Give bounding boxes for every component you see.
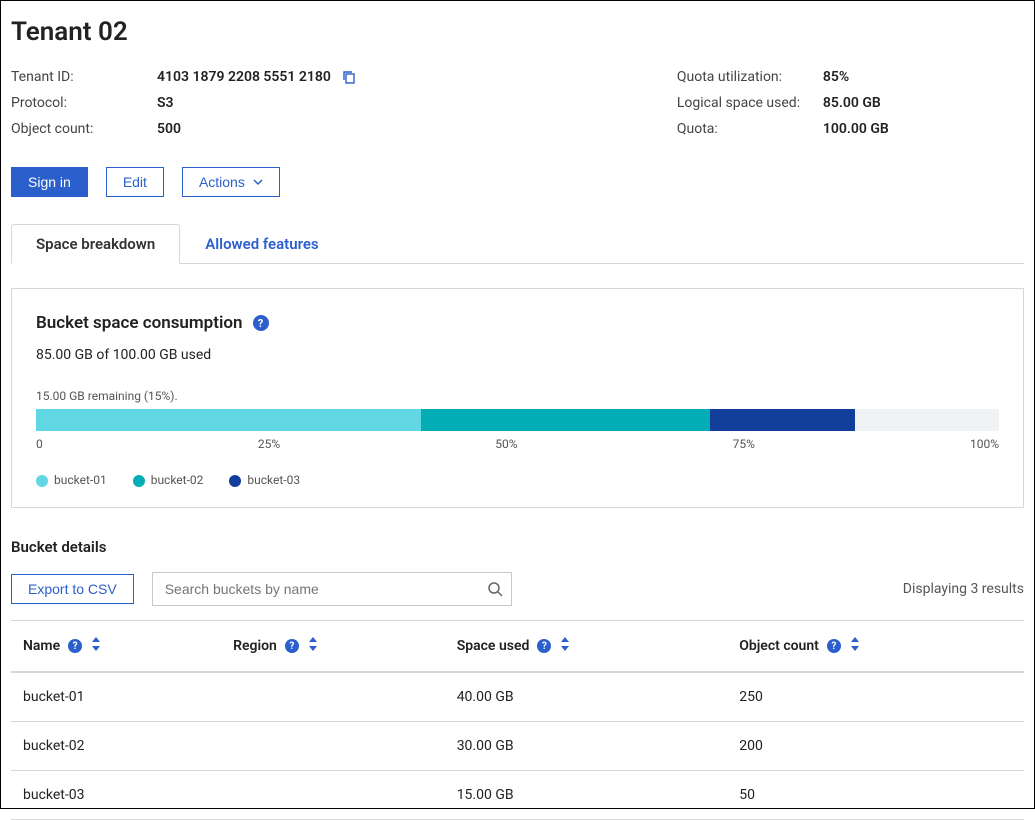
bucket-table: Name? Region? Space used? Object count? … xyxy=(11,620,1024,820)
cell-name: bucket-02 xyxy=(11,722,221,771)
cell-objects: 200 xyxy=(727,722,1024,771)
cell-name: bucket-01 xyxy=(11,672,221,722)
quota-label: Quota: xyxy=(677,121,807,137)
results-count: Displaying 3 results xyxy=(903,581,1024,597)
sort-icon[interactable] xyxy=(90,637,102,655)
protocol-label: Protocol: xyxy=(11,95,141,111)
export-csv-button[interactable]: Export to CSV xyxy=(11,574,134,604)
table-row[interactable]: bucket-02 30.00 GB200 xyxy=(11,722,1024,771)
quota-value: 100.00 GB xyxy=(823,121,889,137)
cell-region xyxy=(221,771,445,820)
cell-space: 15.00 GB xyxy=(445,771,728,820)
consumption-bar xyxy=(36,409,999,431)
quota-util-value: 85% xyxy=(823,69,889,85)
actions-dropdown[interactable]: Actions xyxy=(182,167,280,197)
cell-region xyxy=(221,672,445,722)
table-row[interactable]: bucket-03 15.00 GB50 xyxy=(11,771,1024,820)
bucket-details-section: Bucket details Export to CSV Displaying … xyxy=(11,538,1024,820)
chevron-down-icon xyxy=(253,177,263,187)
chart-legend: bucket-01 bucket-02 bucket-03 xyxy=(36,473,999,487)
legend-swatch xyxy=(36,475,48,487)
page-title: Tenant 02 xyxy=(11,17,1024,47)
logical-used-value: 85.00 GB xyxy=(823,95,889,111)
col-name: Name xyxy=(23,638,60,654)
search-input[interactable] xyxy=(165,573,487,605)
signin-button[interactable]: Sign in xyxy=(11,167,88,197)
tick-label: 75% xyxy=(733,437,755,451)
legend-item: bucket-01 xyxy=(36,473,107,487)
legend-label: bucket-01 xyxy=(54,473,107,487)
table-row[interactable]: bucket-01 40.00 GB250 xyxy=(11,672,1024,722)
tenant-id-label: Tenant ID: xyxy=(11,69,141,85)
summary-grid: Tenant ID: 4103 1879 2208 5551 2180 Prot… xyxy=(11,69,1024,137)
bar-segment xyxy=(36,409,421,431)
cell-objects: 50 xyxy=(727,771,1024,820)
actions-label: Actions xyxy=(199,174,245,190)
bar-segment xyxy=(710,409,854,431)
legend-swatch xyxy=(229,475,241,487)
bucket-consumption-panel: Bucket space consumption ? 85.00 GB of 1… xyxy=(11,288,1024,508)
object-count-label: Object count: xyxy=(11,121,141,137)
tick-label: 25% xyxy=(258,437,280,451)
legend-swatch xyxy=(133,475,145,487)
tab-allowed-features[interactable]: Allowed features xyxy=(180,224,343,264)
legend-label: bucket-03 xyxy=(247,473,300,487)
object-count-value: 500 xyxy=(157,121,357,137)
cell-space: 30.00 GB xyxy=(445,722,728,771)
legend-label: bucket-02 xyxy=(151,473,204,487)
tick-label: 50% xyxy=(495,437,517,451)
help-icon[interactable]: ? xyxy=(253,315,269,331)
cell-space: 40.00 GB xyxy=(445,672,728,722)
sort-icon[interactable] xyxy=(307,637,319,655)
tenant-id-value: 4103 1879 2208 5551 2180 xyxy=(157,69,331,85)
help-icon[interactable]: ? xyxy=(68,639,82,653)
cell-objects: 250 xyxy=(727,672,1024,722)
search-wrap xyxy=(152,572,512,606)
protocol-value: S3 xyxy=(157,95,357,111)
bar-segment xyxy=(421,409,710,431)
col-objects: Object count xyxy=(739,638,819,654)
remaining-text: 15.00 GB remaining (15%). xyxy=(36,389,999,403)
search-icon[interactable] xyxy=(487,581,503,597)
help-icon[interactable]: ? xyxy=(827,639,841,653)
tick-label: 100% xyxy=(970,437,999,451)
panel-title-text: Bucket space consumption xyxy=(36,313,243,333)
cell-name: bucket-03 xyxy=(11,771,221,820)
quota-util-label: Quota utilization: xyxy=(677,69,807,85)
help-icon[interactable]: ? xyxy=(537,639,551,653)
edit-button[interactable]: Edit xyxy=(106,167,164,197)
col-region: Region xyxy=(233,638,277,654)
tick-label: 0 xyxy=(36,437,43,451)
tabs: Space breakdown Allowed features xyxy=(11,223,1024,264)
col-space: Space used xyxy=(457,638,530,654)
bar-ticks: 0 25% 50% 75% 100% xyxy=(36,437,999,451)
usage-text: 85.00 GB of 100.00 GB used xyxy=(36,347,999,363)
bucket-details-title: Bucket details xyxy=(11,538,1024,556)
sort-icon[interactable] xyxy=(849,637,861,655)
tab-space-breakdown[interactable]: Space breakdown xyxy=(11,224,180,264)
logical-used-label: Logical space used: xyxy=(677,95,807,111)
legend-item: bucket-02 xyxy=(133,473,204,487)
help-icon[interactable]: ? xyxy=(285,639,299,653)
copy-icon[interactable] xyxy=(341,69,357,85)
legend-item: bucket-03 xyxy=(229,473,300,487)
sort-icon[interactable] xyxy=(559,637,571,655)
cell-region xyxy=(221,722,445,771)
